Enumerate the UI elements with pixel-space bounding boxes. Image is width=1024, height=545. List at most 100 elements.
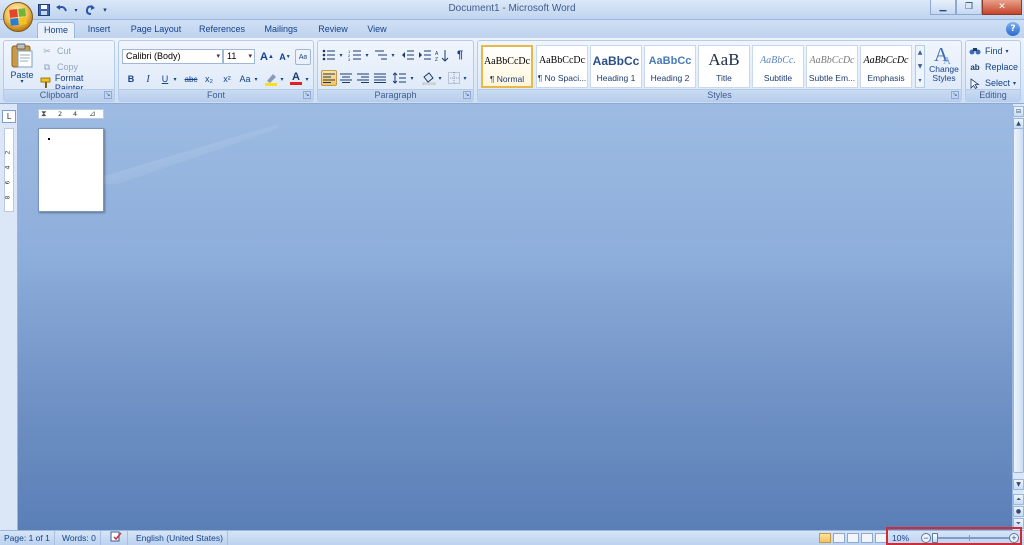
svg-text:Z: Z xyxy=(435,57,438,62)
scroll-down-icon[interactable]: ▼ xyxy=(1013,479,1024,490)
tab-home[interactable]: Home xyxy=(37,22,75,38)
select-browse-object-icon[interactable]: ● xyxy=(1013,506,1024,517)
tab-references[interactable]: References xyxy=(194,22,250,38)
multilevel-list-button[interactable] xyxy=(373,47,389,63)
font-color-button[interactable]: A xyxy=(288,71,304,87)
ruler-tick: 4 xyxy=(4,165,12,170)
web-layout-view-icon[interactable] xyxy=(847,533,859,543)
style-subtle-emphasis[interactable]: AaBbCcDc Subtle Em... xyxy=(806,45,858,88)
tab-insert[interactable]: Insert xyxy=(82,22,116,38)
font-color-icon: A xyxy=(292,71,300,83)
clipboard-launcher-icon[interactable]: ↘ xyxy=(104,91,112,99)
status-bar: Page: 1 of 1 Words: 0 English (United St… xyxy=(0,530,1024,545)
line-spacing-button[interactable] xyxy=(392,70,408,86)
language-indicator[interactable]: English (United States) xyxy=(132,531,228,545)
highlight-dropdown-icon[interactable]: ▾ xyxy=(278,71,286,87)
clear-formatting-button[interactable]: Aɞ xyxy=(295,49,311,65)
style-sample: AaB xyxy=(708,50,740,69)
subscript-button[interactable]: x₂ xyxy=(201,71,217,87)
outline-view-icon[interactable] xyxy=(861,533,873,543)
paste-dropdown-icon[interactable]: ▾ xyxy=(20,78,23,85)
justify-button[interactable] xyxy=(372,70,388,86)
cut-icon: ✂ xyxy=(43,45,51,56)
font-name-combo[interactable]: Calibri (Body) ▾ xyxy=(122,49,223,64)
change-case-button[interactable]: Aa xyxy=(237,71,253,87)
highlighter-icon xyxy=(265,74,277,86)
font-launcher-icon[interactable]: ↘ xyxy=(303,91,311,99)
underline-dropdown-icon[interactable]: ▾ xyxy=(171,71,179,87)
style-subtitle[interactable]: AaBbCc. Subtitle xyxy=(752,45,804,88)
text-highlight-button[interactable] xyxy=(263,71,279,87)
tab-view[interactable]: View xyxy=(362,22,392,38)
change-styles-button[interactable]: AA Change Styles xyxy=(927,43,961,89)
tab-review[interactable]: Review xyxy=(314,22,352,38)
numbering-dropdown-icon[interactable]: ▾ xyxy=(363,47,371,63)
cut-button[interactable]: ✂ Cut xyxy=(40,43,71,59)
line-spacing-dropdown-icon[interactable]: ▾ xyxy=(408,70,416,86)
show-formatting-button[interactable]: ¶ xyxy=(452,47,468,63)
font-color-dropdown-icon[interactable]: ▾ xyxy=(303,71,311,87)
style-title[interactable]: AaB Title xyxy=(698,45,750,88)
full-screen-reading-view-icon[interactable] xyxy=(833,533,845,543)
word-count[interactable]: Words: 0 xyxy=(58,531,101,545)
close-icon[interactable]: ✕ xyxy=(982,0,1022,15)
align-left-button[interactable] xyxy=(321,70,337,86)
change-styles-icon: AA xyxy=(934,44,951,65)
font-size-combo[interactable]: 11 ▾ xyxy=(223,49,255,64)
bold-button[interactable]: B xyxy=(123,71,139,87)
style-normal[interactable]: AaBbCcDc ¶ Normal xyxy=(481,45,533,88)
decrease-indent-button[interactable] xyxy=(400,47,416,63)
borders-dropdown-icon[interactable]: ▾ xyxy=(461,70,469,86)
borders-button[interactable] xyxy=(446,70,462,86)
minimize-icon[interactable]: ▁ xyxy=(930,0,956,15)
strikethrough-button[interactable]: abc xyxy=(183,71,199,87)
superscript-button[interactable]: x² xyxy=(219,71,235,87)
replace-button[interactable]: ab Replace xyxy=(968,59,1018,75)
gallery-up-icon[interactable]: ▲ xyxy=(916,46,924,60)
align-right-button[interactable] xyxy=(355,70,371,86)
help-icon[interactable]: ? xyxy=(1006,22,1020,36)
window-controls: ▁ ❐ ✕ xyxy=(930,0,1022,15)
style-heading-2[interactable]: AaBbCc Heading 2 xyxy=(644,45,696,88)
previous-page-icon[interactable]: ⏶ xyxy=(1013,494,1024,505)
shading-dropdown-icon[interactable]: ▾ xyxy=(436,70,444,86)
proofing-icon[interactable] xyxy=(106,531,128,545)
gallery-down-icon[interactable]: ▼ xyxy=(916,60,924,74)
shrink-font-button[interactable]: A ▼ xyxy=(277,49,293,65)
numbering-button[interactable]: 123 xyxy=(347,47,363,63)
restore-icon[interactable]: ❐ xyxy=(956,0,982,15)
numbering-icon: 123 xyxy=(348,49,361,61)
document-page[interactable] xyxy=(38,128,104,212)
grow-font-button[interactable]: A ▲ xyxy=(259,49,275,65)
page-count[interactable]: Page: 1 of 1 xyxy=(0,531,55,545)
gallery-more-icon[interactable]: ▾ xyxy=(916,74,924,87)
find-button[interactable]: Find ▾ xyxy=(968,43,1009,59)
style-name: Emphasis xyxy=(867,73,905,83)
multilevel-dropdown-icon[interactable]: ▾ xyxy=(389,47,397,63)
indent-marker-icon[interactable]: ⧗ xyxy=(41,109,47,119)
bullets-button[interactable] xyxy=(321,47,337,63)
print-layout-view-icon[interactable] xyxy=(819,533,831,543)
bullets-dropdown-icon[interactable]: ▾ xyxy=(337,47,345,63)
tab-page-layout[interactable]: Page Layout xyxy=(126,22,186,38)
tab-selector-icon[interactable]: L xyxy=(2,110,16,123)
change-case-dropdown-icon[interactable]: ▾ xyxy=(252,71,260,87)
sort-button[interactable]: AZ xyxy=(434,47,450,63)
style-no-spacing[interactable]: AaBbCcDc ¶ No Spaci... xyxy=(536,45,588,88)
align-center-button[interactable] xyxy=(338,70,354,86)
office-button[interactable] xyxy=(3,2,33,32)
tab-mailings[interactable]: Mailings xyxy=(258,22,304,38)
vertical-scrollbar[interactable]: ⊟ ▲ ▼ ⏶ ● ⏷ xyxy=(1012,104,1024,530)
styles-launcher-icon[interactable]: ↘ xyxy=(951,91,959,99)
italic-button[interactable]: I xyxy=(140,71,156,87)
style-emphasis[interactable]: AaBbCcDc Emphasis xyxy=(860,45,912,88)
style-heading-1[interactable]: AaBbCc Heading 1 xyxy=(590,45,642,88)
ruler-toggle-icon[interactable]: ⊟ xyxy=(1013,106,1024,117)
paste-button[interactable]: Paste ▾ xyxy=(8,43,36,89)
scroll-thumb[interactable] xyxy=(1013,128,1024,473)
paragraph-launcher-icon[interactable]: ↘ xyxy=(463,91,471,99)
shading-button[interactable] xyxy=(421,70,437,86)
increase-indent-button[interactable] xyxy=(417,47,433,63)
right-indent-marker-icon[interactable]: ⊿ xyxy=(89,109,96,118)
document-workspace[interactable]: ⧗ 2 4 ⊿ xyxy=(18,104,1012,530)
